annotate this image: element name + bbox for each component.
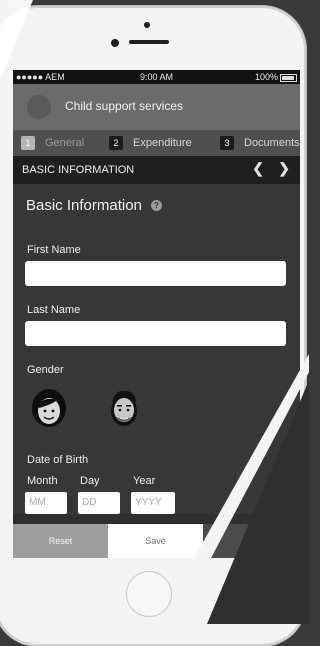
app-title: Child support services xyxy=(65,99,184,113)
form-footer: Reset Save xyxy=(13,524,300,558)
month-label: Month xyxy=(27,475,58,487)
step-general[interactable]: 1 General xyxy=(21,136,84,150)
reset-button[interactable]: Reset xyxy=(13,524,108,558)
wizard-steps: 1 General 2 Expenditure 3 Documents xyxy=(13,130,300,156)
chevron-right-icon[interactable]: ❯ xyxy=(278,160,290,177)
last-name-field[interactable] xyxy=(25,321,286,346)
basic-information-form: Basic Information ? First Name Last Name… xyxy=(13,184,300,514)
step-number: 3 xyxy=(220,136,234,150)
step-documents[interactable]: 3 Documents xyxy=(220,136,300,150)
step-label: Expenditure xyxy=(133,137,192,149)
female-avatar-icon[interactable] xyxy=(31,388,67,428)
section-header: BASIC INFORMATION ❮ ❯ xyxy=(13,156,300,184)
year-input[interactable]: YYYY xyxy=(131,492,175,514)
app-logo xyxy=(27,95,51,119)
phone-screen: ●●●●● AEM 9:00 AM 100% Child support ser… xyxy=(13,70,300,558)
step-label: Documents xyxy=(244,137,300,149)
camera-icon xyxy=(111,39,119,47)
month-input[interactable]: MM xyxy=(25,492,67,514)
chevron-left-icon[interactable]: ❮ xyxy=(252,160,264,177)
speaker-grille xyxy=(129,40,169,44)
step-label: General xyxy=(45,137,85,149)
home-button[interactable] xyxy=(126,571,172,617)
dob-label: Date of Birth xyxy=(27,454,89,466)
day-input[interactable]: DD xyxy=(78,492,120,514)
battery-percent: 100% xyxy=(254,72,278,82)
form-title: Basic Information xyxy=(26,197,142,214)
battery-icon xyxy=(280,74,297,82)
day-label: Day xyxy=(80,475,100,487)
step-number: 1 xyxy=(21,136,35,150)
first-name-field[interactable] xyxy=(25,261,286,286)
gender-label: Gender xyxy=(27,364,64,376)
help-icon[interactable]: ? xyxy=(151,200,162,211)
year-label: Year xyxy=(133,475,156,487)
status-bar: ●●●●● AEM 9:00 AM 100% xyxy=(13,70,300,84)
last-name-label: Last Name xyxy=(27,304,81,316)
save-button[interactable]: Save xyxy=(108,524,203,558)
step-expenditure[interactable]: 2 Expenditure xyxy=(109,136,192,150)
footer-spacer xyxy=(203,524,300,558)
step-number: 2 xyxy=(109,136,123,150)
sensor-dot xyxy=(144,22,150,28)
first-name-label: First Name xyxy=(27,244,81,256)
male-avatar-icon[interactable] xyxy=(106,388,142,428)
section-title: BASIC INFORMATION xyxy=(22,164,135,176)
app-header: Child support services xyxy=(13,84,300,130)
